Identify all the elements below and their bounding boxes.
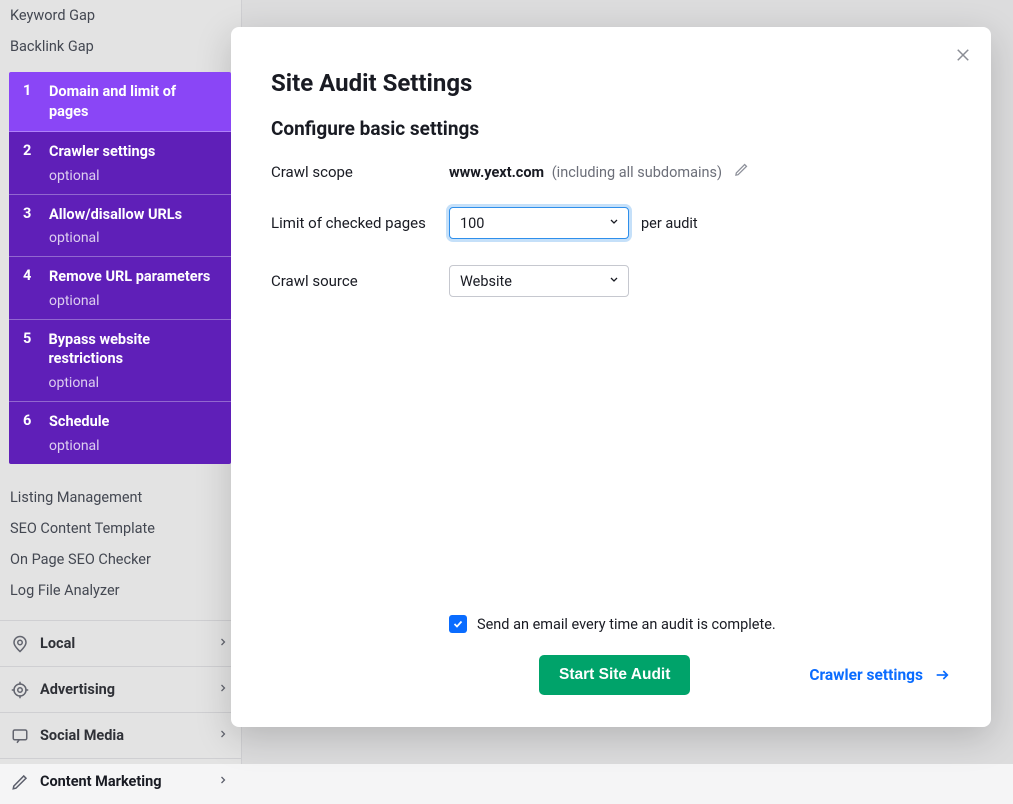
wizard-step-title: Crawler settings [49, 142, 155, 162]
crawl-source-select[interactable]: Website [449, 265, 629, 297]
wizard-step-1[interactable]: 1 Domain and limit of pages [9, 72, 231, 132]
wizard-step-5[interactable]: 5 Bypass website restrictions optional [9, 320, 231, 402]
wizard-step-number: 1 [23, 82, 33, 121]
limit-value: 100 [460, 215, 484, 232]
start-site-audit-button[interactable]: Start Site Audit [539, 655, 690, 695]
chevron-right-icon [217, 773, 229, 790]
wizard-step-title: Domain and limit of pages [49, 82, 219, 121]
pencil-icon [10, 772, 30, 792]
edit-scope-button[interactable] [734, 162, 749, 177]
crawler-settings-link[interactable]: Crawler settings [809, 666, 951, 684]
chevron-down-icon [608, 215, 620, 232]
wizard-step-title: Allow/disallow URLs [49, 205, 182, 225]
email-notify-checkbox[interactable] [449, 615, 467, 633]
limit-label: Limit of checked pages [271, 214, 449, 232]
wizard-step-number: 2 [23, 142, 33, 184]
wizard-step-number: 6 [23, 412, 33, 454]
wizard-step-6[interactable]: 6 Schedule optional [9, 402, 231, 464]
crawl-source-value: Website [460, 273, 512, 290]
wizard-step-4[interactable]: 4 Remove URL parameters optional [9, 257, 231, 320]
crawler-settings-link-label: Crawler settings [809, 666, 923, 684]
limit-suffix: per audit [641, 215, 698, 232]
wizard-step-title: Bypass website restrictions [48, 330, 219, 369]
crawl-scope-value: www.yext.com (including all subdomains) [449, 162, 749, 181]
background-nav-section: Content Marketing [0, 758, 241, 804]
wizard-step-optional: optional [49, 168, 155, 184]
wizard-step-optional: optional [49, 230, 182, 246]
limit-select[interactable]: 100 [449, 207, 629, 239]
crawl-scope-label: Crawl scope [271, 163, 449, 181]
modal-subtitle: Configure basic settings [271, 117, 951, 140]
wizard-steps: 1 Domain and limit of pages 2 Crawler setti… [9, 72, 231, 464]
modal-title: Site Audit Settings [271, 69, 951, 97]
wizard-step-number: 4 [23, 267, 33, 309]
wizard-step-title: Remove URL parameters [49, 267, 210, 287]
wizard-step-3[interactable]: 3 Allow/disallow URLs optional [9, 195, 231, 258]
chevron-down-icon [608, 273, 620, 290]
wizard-step-title: Schedule [49, 412, 109, 432]
close-button[interactable] [949, 41, 977, 69]
site-audit-settings-modal: Site Audit Settings Configure basic sett… [231, 27, 991, 727]
pencil-icon [734, 162, 749, 177]
wizard-step-number: 3 [23, 205, 33, 247]
wizard-step-optional: optional [49, 293, 210, 309]
close-icon [954, 46, 972, 64]
wizard-step-optional: optional [48, 375, 219, 391]
arrow-right-icon [933, 667, 951, 683]
check-icon [452, 618, 464, 630]
background-nav-section-label: Content Marketing [40, 773, 207, 790]
wizard-step-number: 5 [23, 330, 32, 391]
email-notify-label: Send an email every time an audit is com… [477, 616, 776, 633]
wizard-step-2[interactable]: 2 Crawler settings optional [9, 132, 231, 195]
wizard-step-optional: optional [49, 438, 109, 454]
crawl-source-label: Crawl source [271, 272, 449, 290]
